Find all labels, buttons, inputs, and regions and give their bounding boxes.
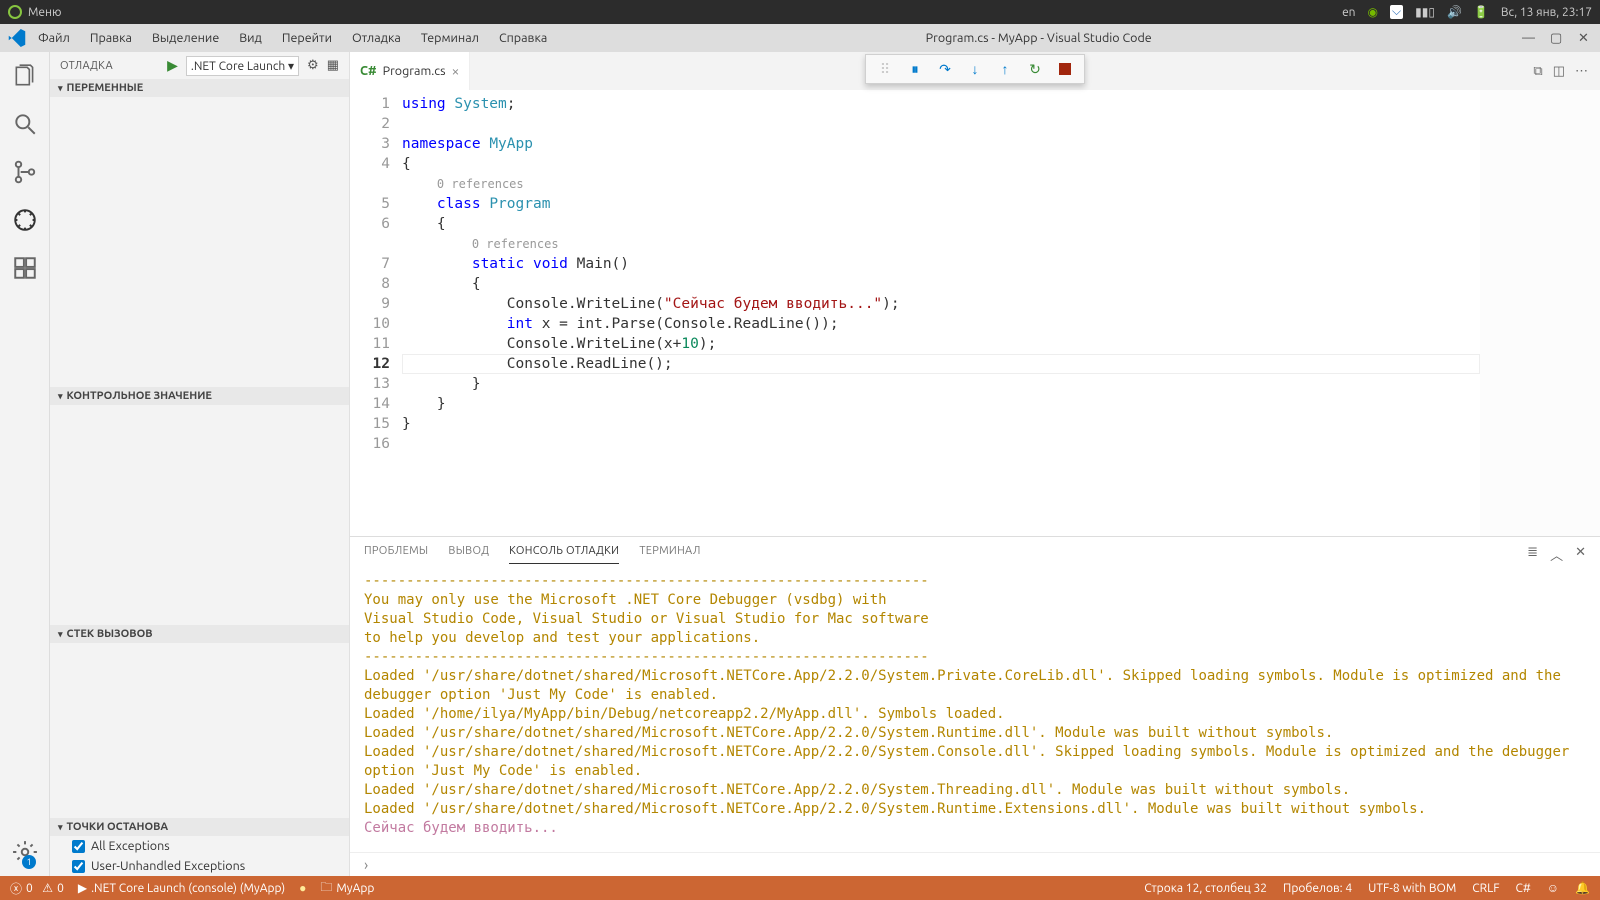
csharp-file-icon: C# (360, 64, 377, 78)
status-errors[interactable]: ⓧ 0 ⚠ 0 (10, 880, 64, 897)
breakpoint-user-checkbox[interactable] (72, 860, 85, 873)
menu-selection[interactable]: Выделение (144, 27, 227, 49)
statusbar: ⓧ 0 ⚠ 0 ▶ .NET Core Launch (console) (My… (0, 876, 1600, 900)
menu-view[interactable]: Вид (231, 27, 270, 49)
minimap[interactable] (1480, 90, 1600, 536)
vscode-logo-icon (8, 29, 26, 47)
clock[interactable]: Вс, 13 янв, 23:17 (1501, 6, 1592, 19)
debug-restart-button[interactable]: ↻ (1022, 56, 1048, 82)
window-close-icon[interactable]: ✕ (1578, 31, 1592, 45)
breakpoint-all-exceptions[interactable]: All Exceptions (50, 836, 349, 856)
menu-edit[interactable]: Правка (82, 27, 140, 49)
panel-tab-output[interactable]: ВЫВОД (448, 545, 489, 564)
breakpoint-user-exceptions[interactable]: User-Unhandled Exceptions (50, 856, 349, 876)
status-running-indicator: ● (299, 881, 306, 895)
nvidia-icon: ◉ (1368, 5, 1378, 19)
sidebar-view-title: ОТЛАДКА (60, 60, 113, 72)
menu-terminal[interactable]: Терминал (413, 27, 487, 49)
configure-gear-icon[interactable]: ⚙ (307, 58, 319, 73)
start-debug-button[interactable]: ▶ (167, 57, 178, 74)
status-notifications-icon[interactable]: 🔔 (1575, 881, 1590, 895)
search-icon[interactable] (11, 110, 39, 138)
bluetooth-icon[interactable]: ⌵ (1390, 5, 1403, 19)
window-title: Program.cs - MyApp - Visual Studio Code (555, 31, 1522, 45)
source-control-icon[interactable] (11, 158, 39, 186)
more-actions-icon[interactable]: ⋯ (1575, 64, 1588, 79)
codelens[interactable]: 0 references (437, 177, 524, 191)
extensions-icon[interactable] (11, 254, 39, 282)
bottom-panel: ПРОБЛЕМЫ ВЫВОД КОНСОЛЬ ОТЛАДКИ ТЕРМИНАЛ … (350, 536, 1600, 876)
volume-icon[interactable]: 🔊 (1447, 5, 1462, 19)
breakpoint-all-checkbox[interactable] (72, 840, 85, 853)
status-cursor-position[interactable]: Строка 12, столбец 32 (1144, 882, 1267, 895)
tab-program-cs[interactable]: C# Program.cs × (350, 52, 470, 90)
status-encoding[interactable]: UTF-8 with BOM (1368, 882, 1456, 895)
section-breakpoints[interactable]: ТОЧКИ ОСТАНОВА (50, 818, 349, 836)
status-eol[interactable]: CRLF (1472, 882, 1499, 895)
panel-clear-icon[interactable]: ≣ (1527, 545, 1538, 564)
menu-file[interactable]: Файл (30, 27, 78, 49)
status-folder[interactable]: 🗀 MyApp (320, 878, 374, 899)
status-feedback-icon[interactable]: ☺ (1547, 881, 1559, 895)
debug-step-into-button[interactable]: ↓ (962, 56, 988, 82)
section-watch[interactable]: КОНТРОЛЬНОЕ ЗНАЧЕНИЕ (50, 387, 349, 405)
os-taskbar: Меню en ◉ ⌵ ▮▮▯ 🔊 🔋 Вс, 13 янв, 23:17 (0, 0, 1600, 24)
settings-badge: 1 (22, 855, 36, 869)
section-callstack[interactable]: СТЕК ВЫЗОВОВ (50, 625, 349, 643)
panel-tab-terminal[interactable]: ТЕРМИНАЛ (639, 545, 700, 564)
network-icon[interactable]: ▮▮▯ (1415, 5, 1435, 19)
panel-tab-problems[interactable]: ПРОБЛЕМЫ (364, 545, 428, 564)
codelens[interactable]: 0 references (472, 237, 559, 251)
code-editor[interactable]: using System; namespace MyApp { 0 refere… (402, 90, 1480, 536)
panel-close-icon[interactable]: ✕ (1575, 545, 1586, 564)
window-minimize-icon[interactable]: ― (1522, 31, 1536, 45)
status-language[interactable]: C# (1516, 882, 1531, 895)
explorer-icon[interactable] (11, 62, 39, 90)
window-maximize-icon[interactable]: ▢ (1550, 31, 1564, 45)
menu-go[interactable]: Перейти (274, 27, 340, 49)
menu-help[interactable]: Справка (491, 27, 555, 49)
battery-icon[interactable]: 🔋 (1474, 5, 1489, 19)
panel-tab-debug-console[interactable]: КОНСОЛЬ ОТЛАДКИ (509, 545, 619, 564)
line-gutter: 12345678910111213141516 (350, 90, 402, 536)
editor-area: ⠿ ⏸ ↷ ↓ ↑ ↻ C# Program.cs × ⧉ ◫ ⋯ 123456… (350, 52, 1600, 876)
settings-gear-icon[interactable]: 1 (11, 838, 39, 866)
activity-bar: 1 (0, 52, 50, 876)
titlebar: Файл Правка Выделение Вид Перейти Отладк… (0, 24, 1600, 52)
menu-debug[interactable]: Отладка (344, 27, 409, 49)
debug-pause-button[interactable]: ⏸ (902, 56, 928, 82)
debug-step-out-button[interactable]: ↑ (992, 56, 1018, 82)
launch-config-select[interactable]: .NET Core Launch ▾ (186, 56, 299, 76)
debug-console-output[interactable]: ----------------------------------------… (350, 564, 1600, 852)
panel-collapse-icon[interactable]: ︿ (1550, 545, 1563, 564)
tab-close-icon[interactable]: × (452, 63, 460, 79)
debug-console-toggle-icon[interactable]: ▦ (327, 58, 339, 73)
os-menu-icon[interactable] (8, 5, 22, 19)
compare-icon[interactable]: ⧉ (1533, 64, 1542, 79)
status-launch-config[interactable]: ▶ .NET Core Launch (console) (MyApp) (78, 881, 285, 895)
debug-step-over-button[interactable]: ↷ (932, 56, 958, 82)
section-variables[interactable]: ПЕРЕМЕННЫЕ (50, 79, 349, 97)
debug-console-input[interactable]: › (350, 852, 1600, 876)
os-menu-label[interactable]: Меню (28, 6, 62, 19)
debug-toolbar[interactable]: ⠿ ⏸ ↷ ↓ ↑ ↻ (865, 54, 1085, 84)
keyboard-lang[interactable]: en (1342, 6, 1355, 19)
split-editor-icon[interactable]: ◫ (1553, 64, 1565, 79)
debug-sidebar: ОТЛАДКА ▶ .NET Core Launch ▾ ⚙ ▦ ПЕРЕМЕН… (50, 52, 350, 876)
debug-grip-icon[interactable]: ⠿ (872, 56, 898, 82)
tab-label: Program.cs (383, 64, 446, 78)
debug-icon[interactable] (11, 206, 39, 234)
debug-stop-button[interactable] (1052, 56, 1078, 82)
status-indentation[interactable]: Пробелов: 4 (1283, 882, 1352, 895)
